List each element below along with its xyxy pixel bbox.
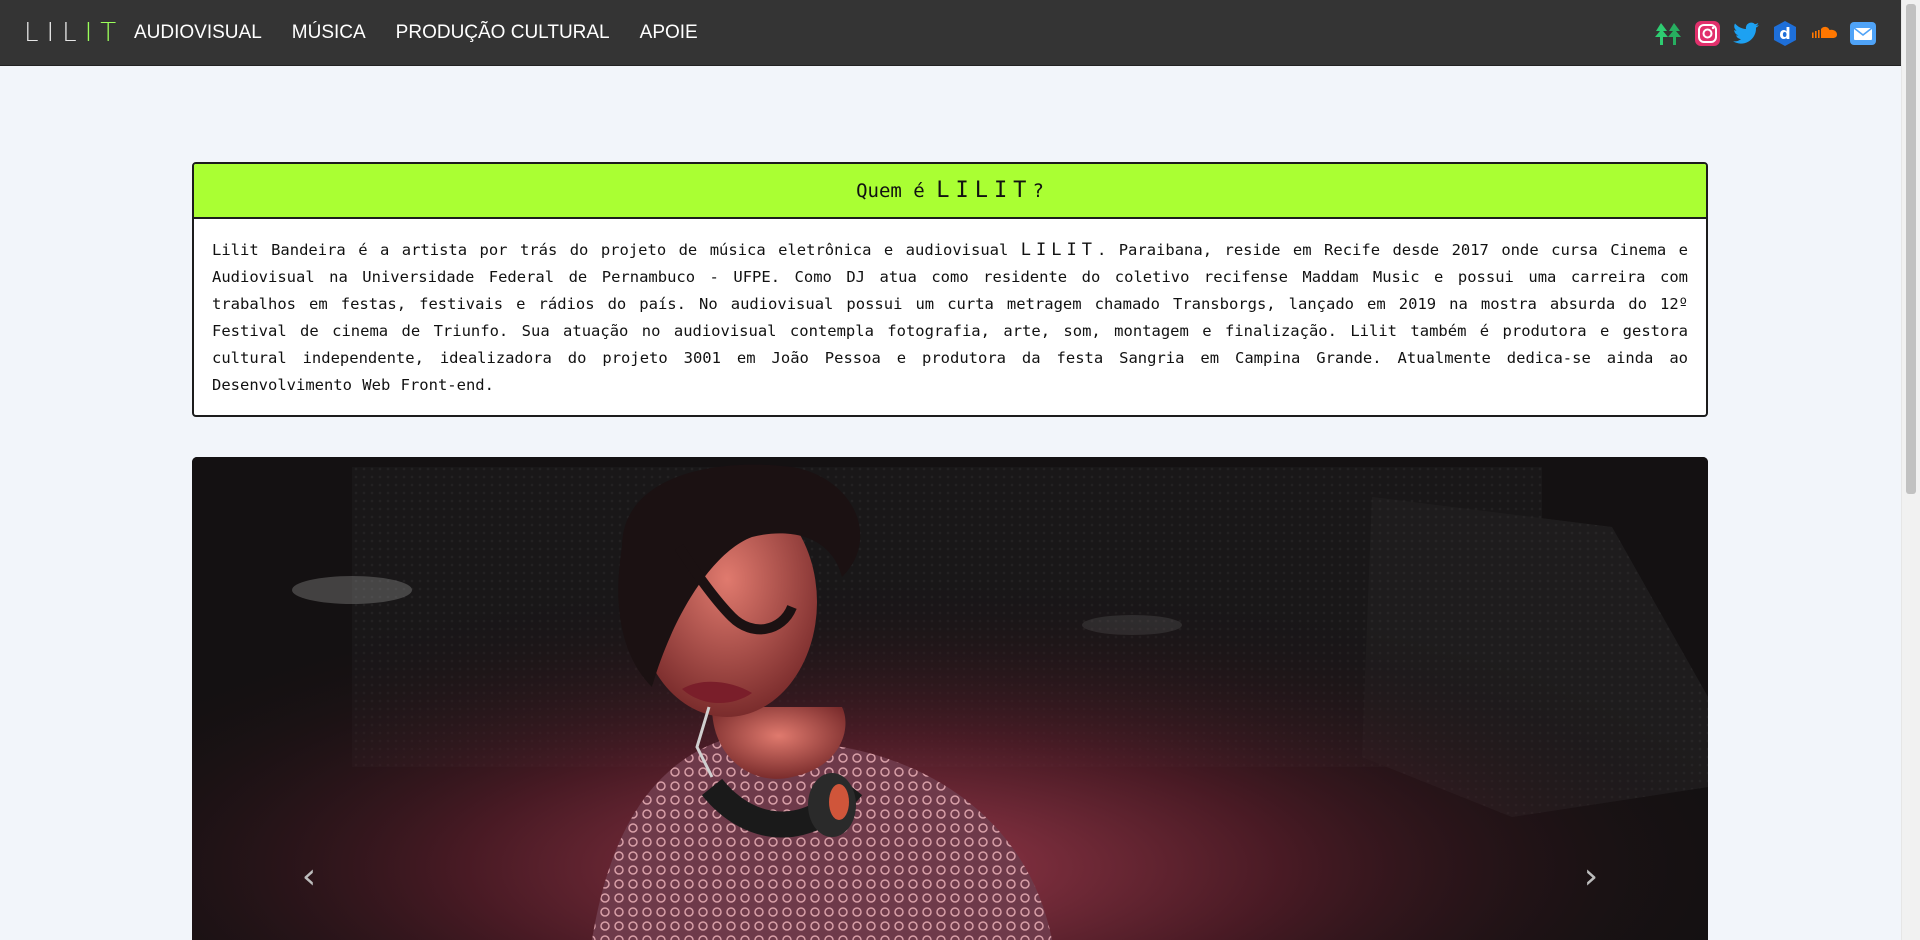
nav-link-musica[interactable]: MÚSICA <box>292 22 366 44</box>
social-links: d <box>1653 20 1878 47</box>
photo-carousel: ‹ › <box>192 457 1708 940</box>
nav-link-producao-cultural[interactable]: PRODUÇÃO CULTURAL <box>396 22 610 44</box>
deezer-icon[interactable]: d <box>1770 20 1800 47</box>
instagram-icon[interactable] <box>1692 20 1722 47</box>
nav-links: AUDIOVISUAL MÚSICA PRODUÇÃO CULTURAL APO… <box>134 22 728 44</box>
about-title-name: LILIT <box>936 178 1033 203</box>
about-card-header: Quem é LILIT? <box>194 164 1706 219</box>
email-icon[interactable] <box>1848 20 1878 47</box>
about-text-main: . Paraibana, reside em Recife desde 2017… <box>212 241 1688 394</box>
brand-logo[interactable]: LIL IT <box>24 0 116 65</box>
brand-text: LIL <box>24 17 85 48</box>
about-text-intro: Lilit Bandeira é a artista por trás do p… <box>212 241 1021 259</box>
linktree-icon[interactable] <box>1653 20 1683 47</box>
about-title-suffix: ? <box>1032 179 1044 202</box>
about-text-artist-name: LILIT <box>1020 240 1097 260</box>
nav-link-apoie[interactable]: APOIE <box>640 22 698 44</box>
brand-text-accent: IT <box>84 17 125 48</box>
top-navbar: LIL IT AUDIOVISUAL MÚSICA PRODUÇÃO CULTUR… <box>0 0 1902 66</box>
about-card-body: Lilit Bandeira é a artista por trás do p… <box>194 219 1706 399</box>
twitter-icon[interactable] <box>1731 20 1761 47</box>
svg-text:d: d <box>1779 24 1790 43</box>
soundcloud-icon[interactable] <box>1809 20 1839 47</box>
scrollbar-thumb[interactable] <box>1906 4 1916 494</box>
carousel-prev-button[interactable]: ‹ <box>294 857 324 897</box>
about-title-prefix: Quem é <box>856 179 925 202</box>
nav-link-audiovisual[interactable]: AUDIOVISUAL <box>134 22 262 44</box>
page-scrollbar[interactable] <box>1901 0 1920 940</box>
about-card: Quem é LILIT? Lilit Bandeira é a artista… <box>192 162 1708 417</box>
carousel-next-button[interactable]: › <box>1576 857 1606 897</box>
carousel-photo <box>192 457 1708 940</box>
